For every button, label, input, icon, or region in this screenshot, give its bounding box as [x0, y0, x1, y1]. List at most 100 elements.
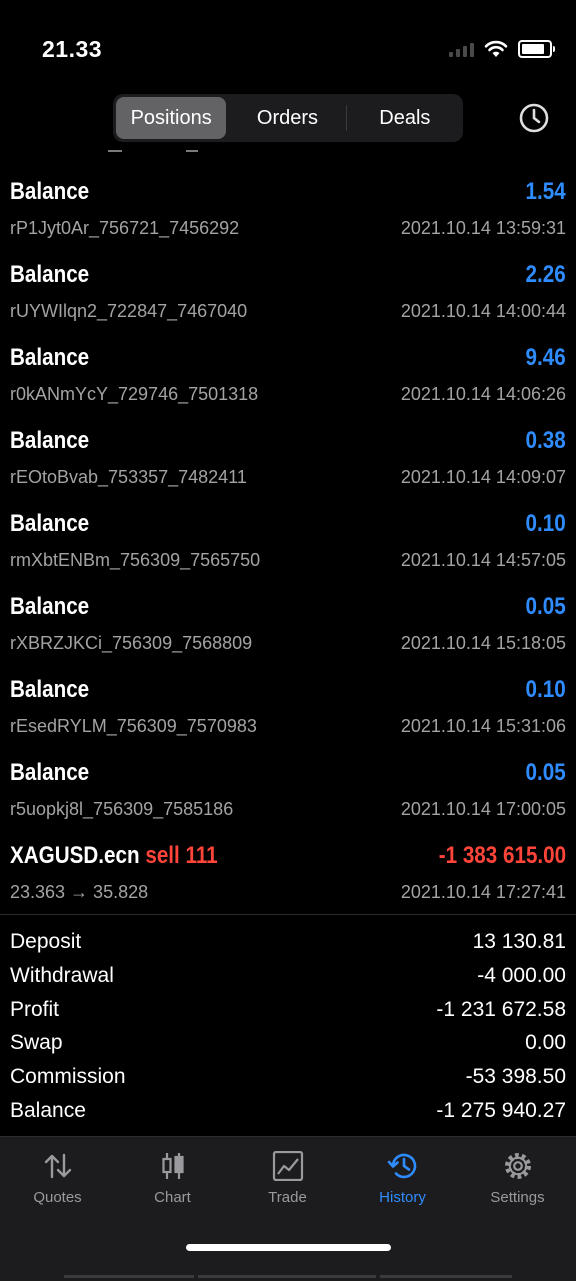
trade-chart-icon	[272, 1151, 303, 1181]
deal-id: rEsedRYLM_756309_7570983	[10, 716, 257, 736]
tab-label: Trade	[268, 1189, 307, 1206]
tab-label: History	[379, 1189, 426, 1206]
deal-id: rmXbtENBm_756309_7565750	[10, 550, 261, 570]
deal-row[interactable]: Balance 0.05 rXBRZJKCi_756309_7568809 20…	[0, 585, 576, 668]
segment-divider	[345, 105, 347, 131]
trade-symbol-line: XAGUSD.ecn sell 111	[10, 842, 218, 870]
tab-trade[interactable]: Trade	[230, 1151, 345, 1206]
scrolled-content-hint	[186, 150, 198, 152]
deal-row[interactable]: Balance 0.38 rEOtoBvab_753357_7482411 20…	[0, 419, 576, 502]
deal-amount: 0.38	[525, 427, 566, 454]
summary-divider	[0, 914, 576, 915]
deal-date: 2021.10.14 13:59:31	[400, 218, 566, 238]
summary-value: 13 130.81	[472, 930, 566, 953]
status-bar: 21.33	[0, 0, 576, 90]
deals-list: Balance 1.54 rP1Jyt0Ar_756721_7456292 20…	[0, 170, 576, 917]
summary-label: Balance	[10, 1098, 86, 1122]
tab-settings[interactable]: Settings	[460, 1151, 575, 1206]
deal-date: 2021.10.14 14:09:07	[400, 467, 566, 487]
bottom-edge-line	[198, 1275, 376, 1278]
tab-label: Quotes	[33, 1189, 82, 1206]
deal-type: Balance	[10, 593, 90, 620]
deal-row[interactable]: Balance 9.46 r0kANmYcY_729746_7501318 20…	[0, 336, 576, 419]
tab-label: Chart	[154, 1189, 191, 1206]
deal-id: rEOtoBvab_753357_7482411	[10, 467, 247, 487]
deal-type: Balance	[10, 261, 90, 288]
tab-history[interactable]: History	[345, 1151, 460, 1206]
tab-bar: Quotes Chart Trade History Settings	[0, 1136, 576, 1281]
summary-row-balance: Balance -1 275 940.27	[0, 1095, 576, 1129]
deal-type: Balance	[10, 344, 90, 371]
deal-id: r5uopkj8l_756309_7585186	[10, 799, 234, 819]
deal-row[interactable]: Balance 0.10 rEsedRYLM_756309_7570983 20…	[0, 668, 576, 751]
history-summary: Deposit 13 130.81 Withdrawal -4 000.00 P…	[0, 926, 576, 1129]
cellular-signal-icon	[449, 41, 474, 57]
deal-id: r0kANmYcY_729746_7501318	[10, 384, 259, 404]
deal-date: 2021.10.14 14:00:44	[400, 301, 566, 321]
summary-label: Profit	[10, 997, 60, 1021]
battery-icon	[518, 40, 555, 58]
deal-date: 2021.10.14 15:18:05	[400, 633, 566, 653]
history-segmented-control: Positions Orders Deals	[113, 94, 463, 142]
wifi-icon	[484, 40, 508, 57]
deal-id: rXBRZJKCi_756309_7568809	[10, 633, 253, 653]
deal-type: Balance	[10, 178, 90, 205]
summary-label: Withdrawal	[10, 963, 114, 987]
status-time: 21.33	[42, 36, 103, 62]
summary-row-profit: Profit -1 231 672.58	[0, 994, 576, 1028]
segment-positions[interactable]: Positions	[116, 97, 227, 139]
trade-amount: -1 383 615.00	[438, 842, 566, 869]
deal-row[interactable]: Balance 2.26 rUYWIlqn2_722847_7467040 20…	[0, 253, 576, 336]
quotes-icon	[44, 1153, 71, 1179]
deal-id: rP1Jyt0Ar_756721_7456292	[10, 218, 240, 238]
summary-value: -1 231 672.58	[436, 997, 566, 1021]
trade-deal-row[interactable]: XAGUSD.ecn sell 111 -1 383 615.00 23.363…	[0, 834, 576, 917]
bottom-edge-line	[380, 1275, 512, 1278]
summary-row-deposit: Deposit 13 130.81	[0, 926, 576, 960]
segment-deals[interactable]: Deals	[350, 97, 460, 139]
candlestick-icon	[161, 1153, 184, 1179]
status-icons	[449, 40, 555, 58]
summary-value: -53 398.50	[465, 1065, 566, 1089]
deal-type: Balance	[10, 759, 90, 786]
deal-row[interactable]: Balance 0.10 rmXbtENBm_756309_7565750 20…	[0, 502, 576, 585]
deal-row[interactable]: Balance 1.54 rP1Jyt0Ar_756721_7456292 20…	[0, 170, 576, 253]
deal-amount: 1.54	[525, 178, 566, 205]
tab-quotes[interactable]: Quotes	[0, 1151, 115, 1206]
summary-row-commission: Commission -53 398.50	[0, 1061, 576, 1095]
gear-icon	[504, 1153, 531, 1179]
bottom-edge-line	[64, 1275, 194, 1278]
deal-amount: 0.10	[525, 676, 566, 703]
deal-id: rUYWIlqn2_722847_7467040	[10, 301, 248, 321]
trade-date: 2021.10.14 17:27:41	[400, 882, 566, 902]
summary-label: Swap	[10, 1031, 63, 1055]
deal-type: Balance	[10, 510, 90, 537]
deal-amount: 0.05	[525, 593, 566, 620]
home-indicator[interactable]	[186, 1244, 391, 1251]
summary-label: Commission	[10, 1065, 126, 1089]
summary-row-swap: Swap 0.00	[0, 1027, 576, 1061]
summary-row-withdrawal: Withdrawal -4 000.00	[0, 960, 576, 994]
trade-prices: 23.363 → 35.828	[10, 882, 149, 902]
deal-date: 2021.10.14 15:31:06	[400, 716, 566, 736]
deal-amount: 0.05	[525, 759, 566, 786]
trade-symbol: XAGUSD.ecn	[10, 842, 140, 869]
summary-value: -4 000.00	[477, 963, 566, 987]
tab-label: Settings	[490, 1189, 545, 1206]
deal-row[interactable]: Balance 0.05 r5uopkj8l_756309_7585186 20…	[0, 751, 576, 834]
deal-date: 2021.10.14 14:06:26	[400, 384, 566, 404]
trade-side: sell 111	[145, 842, 218, 869]
deal-amount: 2.26	[525, 261, 566, 288]
history-icon	[387, 1153, 416, 1179]
summary-value: 0.00	[525, 1031, 566, 1055]
period-clock-icon[interactable]	[518, 102, 550, 134]
deal-type: Balance	[10, 676, 90, 703]
deal-date: 2021.10.14 17:00:05	[400, 799, 566, 819]
segment-orders[interactable]: Orders	[232, 97, 342, 139]
tab-chart[interactable]: Chart	[115, 1151, 230, 1206]
deal-amount: 9.46	[525, 344, 566, 371]
summary-value: -1 275 940.27	[436, 1098, 566, 1122]
summary-label: Deposit	[10, 930, 82, 953]
deal-date: 2021.10.14 14:57:05	[400, 550, 566, 570]
deal-type: Balance	[10, 427, 90, 454]
